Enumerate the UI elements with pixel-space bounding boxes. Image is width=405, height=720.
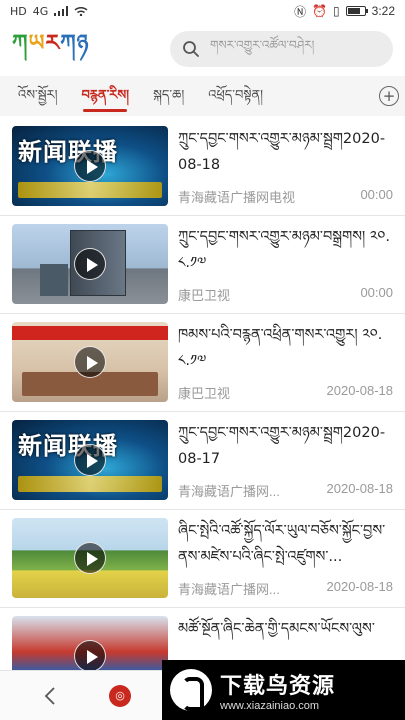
video-title[interactable]: ཞིང་སྤེའི་འཚོ་སྐྱོད་ལོར་ཡུལ་བཅོས་སྐྱོང་བ…	[178, 518, 393, 570]
video-title[interactable]: ཀྲུང་དབྱང་གསར་འགྱུར་མཉམ་བསྒྲགས། ༢༠.༨.༡༧	[178, 224, 393, 276]
play-icon[interactable]	[74, 444, 106, 476]
video-meta: 康巴卫视 00:00	[178, 285, 393, 304]
thumbnail-subtitle-strip	[18, 476, 162, 492]
video-info: ཞིང་སྤེའི་འཚོ་སྐྱོད་ལོར་ཡུལ་བཅོས་སྐྱོང་བ…	[168, 518, 393, 598]
video-info: ཀྲུང་དབྱང་གསར་འགྱུར་མཉམ་སྦྲག2020-08-17 青海…	[168, 420, 393, 500]
network-indicator: 4G	[32, 4, 49, 18]
video-thumbnail[interactable]: 新闻联播	[12, 126, 168, 206]
search-placeholder: གསར་འགྱུར་འཚོལ་བཤེར།	[210, 38, 315, 52]
video-list: 新闻联播 ཀྲུང་དབྱང་གསར་འགྱུར་མཉམ་སྦྲག2020-08-…	[0, 118, 405, 670]
play-icon[interactable]	[74, 542, 106, 574]
signal-icon	[54, 6, 69, 16]
tab-recommend[interactable]: འོས་སྦྱོར།	[6, 76, 69, 116]
event-banner	[12, 326, 168, 340]
tab-language[interactable]: སྐད་ཆ།	[141, 76, 196, 116]
video-list-item[interactable]: ཁམས་པའི་བརྙན་འཕྲིན་གསར་འགྱུར། ༢༠.༨.༡༧ 康巴卫…	[0, 314, 405, 412]
video-thumbnail[interactable]	[12, 322, 168, 402]
search-bar[interactable]: གསར་འགྱུར་འཚོལ་བཤེར།	[170, 31, 393, 67]
home-button[interactable]: ◎	[100, 676, 140, 716]
video-date: 00:00	[360, 187, 393, 202]
video-source: 康巴卫视	[178, 288, 231, 303]
video-list-item[interactable]: ཀྲུང་དབྱང་གསར་འགྱུར་མཉམ་བསྒྲགས། ༢༠.༨.༡༧ 康…	[0, 216, 405, 314]
wifi-icon	[74, 6, 88, 16]
battery-icon	[345, 6, 368, 16]
video-source: 康巴卫视	[178, 386, 231, 401]
video-source: 青海藏语广播网...	[178, 582, 280, 597]
watermark-title: 下载鸟资源	[220, 674, 336, 699]
video-source: 青海藏语广播网...	[178, 484, 280, 499]
app-header: ཀཡརཀཉ གསར་འགྱུར་འཚོལ་བཤེར།	[0, 24, 405, 74]
video-info: ཀྲུང་དབྱང་གསར་འགྱུར་མཉམ་སྦྲག2020-08-18 青海…	[168, 126, 393, 206]
alarm-icon: ⏰	[312, 4, 328, 18]
video-info: ཀྲུང་དབྱང་གསར་འགྱུར་མཉམ་བསྒྲགས། ༢༠.༨.༡༧ 康…	[168, 224, 393, 304]
play-icon[interactable]	[74, 248, 106, 280]
status-time: 3:22	[371, 4, 395, 18]
video-meta: 康巴卫视 2020-08-18	[178, 383, 393, 402]
hd-indicator: HD	[10, 4, 27, 18]
video-title[interactable]: ཀྲུང་དབྱང་གསར་འགྱུར་མཉམ་སྦྲག2020-08-17	[178, 420, 393, 472]
play-icon[interactable]	[74, 346, 106, 378]
video-thumbnail[interactable]: 新闻联播	[12, 420, 168, 500]
play-icon[interactable]	[74, 640, 106, 670]
video-list-item[interactable]: ཞིང་སྤེའི་འཚོ་སྐྱོད་ལོར་ཡུལ་བཅོས་སྐྱོང་བ…	[0, 510, 405, 608]
app-home-icon: ◎	[109, 684, 131, 707]
video-meta: 青海藏语广播网... 2020-08-18	[178, 579, 393, 598]
category-tabs: འོས་སྦྱོར། བརྙན་རིས། སྐད་ཆ། འཕྲོད་བསྟེན།…	[0, 76, 405, 116]
video-date: 2020-08-18	[326, 481, 394, 496]
video-thumbnail[interactable]	[12, 224, 168, 304]
video-date: 2020-08-18	[326, 383, 394, 398]
search-icon	[183, 41, 199, 57]
status-left: HD 4G	[10, 5, 88, 18]
status-right: Ⓝ ⏰ ▯ 3:22	[294, 3, 395, 20]
back-icon	[44, 686, 55, 705]
back-button[interactable]	[0, 671, 100, 720]
nfc-icon: Ⓝ	[294, 4, 307, 19]
video-info: ཁམས་པའི་བརྙན་འཕྲིན་གསར་འགྱུར། ༢༠.༨.༡༧ 康巴卫…	[168, 322, 393, 402]
play-icon[interactable]	[74, 150, 106, 182]
video-list-item[interactable]: 新闻联播 ཀྲུང་དབྱང་གསར་འགྱུར་མཉམ་སྦྲག2020-08-…	[0, 412, 405, 510]
video-list-item[interactable]: 新闻联播 ཀྲུང་དབྱང་གསར་འགྱུར་མཉམ་སྦྲག2020-08-…	[0, 118, 405, 216]
video-thumbnail[interactable]	[12, 616, 168, 670]
add-tab-icon[interactable]: +	[379, 86, 399, 106]
vibrate-icon: ▯	[333, 4, 340, 18]
video-title[interactable]: ཀྲུང་དབྱང་གསར་འགྱུར་མཉམ་སྦྲག2020-08-18	[178, 126, 393, 178]
building-shape	[40, 264, 68, 296]
app-logo: ཀཡརཀཉ	[12, 30, 90, 56]
video-meta: 青海藏语广播网电视 00:00	[178, 187, 393, 206]
video-title[interactable]: ཁམས་པའི་བརྙན་འཕྲིན་གསར་འགྱུར། ༢༠.༨.༡༧	[178, 322, 393, 374]
watermark-logo-icon	[170, 669, 212, 711]
tab-health[interactable]: འཕྲོད་བསྟེན།	[196, 76, 275, 116]
video-date: 2020-08-18	[326, 579, 394, 594]
thumbnail-subtitle-strip	[18, 182, 162, 198]
watermark: 下载鸟资源 www.xiazainiao.com	[162, 660, 405, 720]
video-source: 青海藏语广播网电视	[178, 190, 296, 205]
tab-video[interactable]: བརྙན་རིས།	[69, 76, 141, 116]
video-date: 00:00	[360, 285, 393, 300]
video-meta: 青海藏语广播网... 2020-08-18	[178, 481, 393, 500]
video-thumbnail[interactable]	[12, 518, 168, 598]
watermark-url: www.xiazainiao.com	[220, 700, 320, 712]
